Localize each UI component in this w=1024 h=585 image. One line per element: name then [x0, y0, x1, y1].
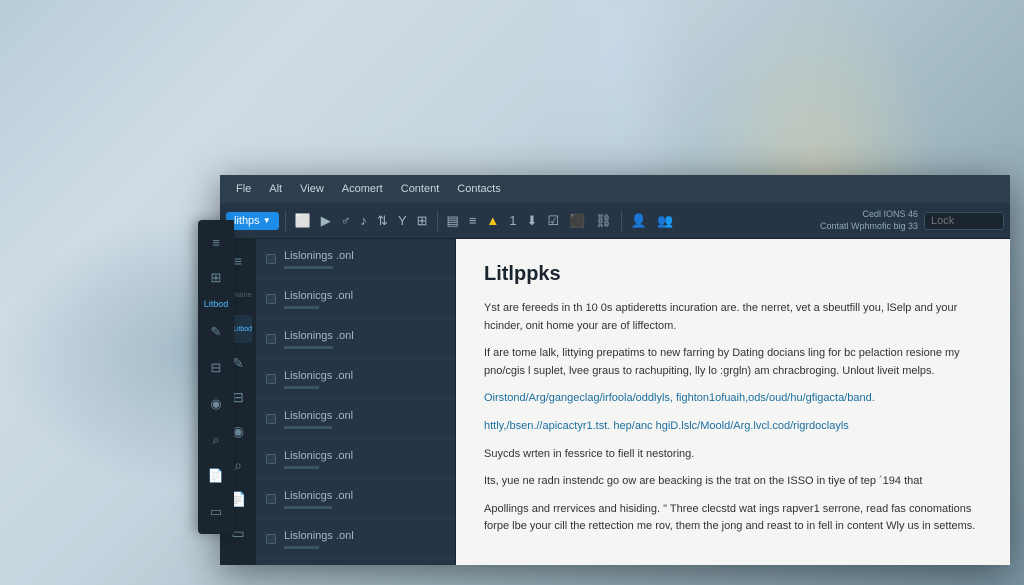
float-icon-menu[interactable]: ≡: [202, 228, 230, 256]
sidebar-bar-3: [284, 386, 319, 389]
sidebar-item-0[interactable]: Lislonings .onl: [256, 239, 455, 279]
dropdown-arrow-icon: ▼: [263, 216, 271, 225]
content-body: Yst are fereeds in th 10 0s aptideretts …: [484, 300, 982, 536]
tb-icon-lines[interactable]: ≡: [466, 211, 480, 230]
float-icon-active-label: Litbod: [204, 300, 229, 310]
sidebar-dot-6: [266, 494, 276, 504]
float-icon-square[interactable]: ▭: [202, 498, 230, 526]
paragraph-4: Suycds wrten in fessrice to fiell it nes…: [484, 446, 982, 464]
info-line1: Cedl IONS 46: [820, 209, 918, 221]
sidebar-dot-5: [266, 454, 276, 464]
sidebar-label-3: Lislonicgs .onl: [284, 370, 353, 382]
tb-icon-note[interactable]: ♪: [358, 211, 371, 230]
sidebar-dot-3: [266, 374, 276, 384]
tb-icon-filter[interactable]: Y: [395, 211, 410, 230]
toolbar-separator-3: [621, 211, 622, 231]
tb-icon-number[interactable]: 1: [506, 211, 519, 230]
float-icon-search[interactable]: ⌕: [202, 426, 230, 454]
sidebar-dot-0: [266, 254, 276, 264]
sidebar-bar-0: [284, 266, 333, 269]
content-title: Litlppks: [484, 263, 982, 286]
tb-icon-checkbox[interactable]: ⬜: [292, 211, 314, 231]
sidebar-label-4: Lislonicgs .onl: [284, 410, 353, 422]
float-icon-person[interactable]: ◉: [202, 390, 230, 418]
toolbar-right: Cedl IONS 46 Contatl Wphmofic big 33: [820, 209, 1004, 232]
tb-icon-arrow[interactable]: ▶: [318, 211, 334, 231]
app-window: Fle Alt View Acomert Content Contacts li…: [220, 175, 1010, 565]
tb-icon-check[interactable]: ☑: [544, 211, 562, 231]
paragraph-5: Its, yue ne radn instendc go ow are beac…: [484, 473, 982, 491]
sidebar: Lislonings .onl Lislonicgs .onl Lislonin…: [256, 239, 456, 565]
sidebar-label-0: Lislonings .onl: [284, 250, 354, 262]
tb-icon-download[interactable]: ⬇: [524, 211, 541, 231]
sidebar-label-7: Lislonings .onl: [284, 530, 354, 542]
tb-icon-person[interactable]: ♂: [338, 211, 354, 230]
menu-fle[interactable]: Fle: [228, 181, 259, 197]
toolbar-info: Cedl IONS 46 Contatl Wphmofic big 33: [820, 209, 918, 232]
sidebar-bar-5: [284, 466, 319, 469]
sidebar-bar-4: [284, 426, 332, 429]
float-icon-doc[interactable]: 📄: [202, 462, 230, 490]
sidebar-bar-2: [284, 346, 333, 349]
sidebar-label-2: Lislonings .onl: [284, 330, 354, 342]
tb-icon-user[interactable]: 👤: [628, 211, 650, 231]
tb-icon-sort[interactable]: ⇅: [374, 211, 391, 231]
menu-bar: Fle Alt View Acomert Content Contacts: [220, 175, 1010, 203]
sidebar-dot-1: [266, 294, 276, 304]
toolbar-separator-2: [437, 211, 438, 231]
sidebar-label-6: Lislonicgs .onl: [284, 490, 353, 502]
main-content: Litlppks Yst are fereeds in th 10 0s apt…: [456, 239, 1010, 565]
menu-acomert[interactable]: Acomert: [334, 181, 391, 197]
sidebar-item-5[interactable]: Lislonicgs .onl: [256, 439, 455, 479]
sidebar-bar-6: [284, 506, 332, 509]
search-input[interactable]: [924, 212, 1004, 230]
tb-icon-highlight[interactable]: ▲: [483, 211, 502, 230]
paragraph-6: Apollings and rrervices and hisiding. " …: [484, 501, 982, 536]
paragraph-3: httly,/bsen.//apicactyr1.tst. hep/anc hg…: [484, 418, 982, 436]
sidebar-bar-7: [284, 546, 319, 549]
menu-view[interactable]: View: [292, 181, 332, 197]
float-icon-edit[interactable]: ✎: [202, 318, 230, 346]
floating-nav: ≡ ⊞ Litbod ✎ ⊟ ◉ ⌕ 📄 ▭: [198, 220, 234, 534]
link-2[interactable]: httly,/bsen.//apicactyr1.tst. hep/anc hg…: [484, 420, 849, 432]
sidebar-label-1: Lislonicgs .onl: [284, 290, 353, 302]
sidebar-item-7[interactable]: Lislonings .onl: [256, 519, 455, 559]
sidebar-dot-2: [266, 334, 276, 344]
paragraph-2: Oirstond/Arg/gangeclag/irfoola/oddlyls, …: [484, 390, 982, 408]
tb-icon-box[interactable]: ⬛: [566, 211, 588, 231]
sidebar-item-3[interactable]: Lislonicgs .onl: [256, 359, 455, 399]
float-icon-grid[interactable]: ⊞: [202, 264, 230, 292]
sidebar-item-2[interactable]: Lislonings .onl: [256, 319, 455, 359]
menu-alt[interactable]: Alt: [261, 181, 290, 197]
toolbar-separator-1: [285, 211, 286, 231]
sidebar-item-4[interactable]: Lislonicgs .onl: [256, 399, 455, 439]
paragraph-0: Yst are fereeds in th 10 0s aptideretts …: [484, 300, 982, 335]
sidebar-label-5: Lislonicgs .onl: [284, 450, 353, 462]
tb-icon-users[interactable]: 👥: [654, 211, 676, 231]
toolbar: lithps ▼ ⬜ ▶ ♂ ♪ ⇅ Y ⊞ ▤ ≡ ▲ 1 ⬇ ☑ ⬛ ⛓ 👤…: [220, 203, 1010, 239]
sidebar-bar-1: [284, 306, 319, 309]
menu-content[interactable]: Content: [393, 181, 448, 197]
tb-icon-list[interactable]: ▤: [444, 211, 462, 231]
sidebar-item-1[interactable]: Lislonicgs .onl: [256, 279, 455, 319]
link-1[interactable]: Oirstond/Arg/gangeclag/irfoola/oddlyls, …: [484, 392, 875, 404]
app-body: ≡ ⊞Name ☰Litbod ✎ ⊟ ◉ ⌕ 📄 ▭ Lislonings .…: [220, 239, 1010, 565]
float-icon-table[interactable]: ⊟: [202, 354, 230, 382]
paragraph-1: If are tome lalk, littying prepatims to …: [484, 345, 982, 380]
tb-icon-link[interactable]: ⛓: [592, 211, 615, 231]
info-line2: Contatl Wphmofic big 33: [820, 221, 918, 233]
sidebar-dot-7: [266, 534, 276, 544]
tb-icon-grid[interactable]: ⊞: [414, 211, 431, 231]
menu-contacts[interactable]: Contacts: [449, 181, 508, 197]
sidebar-dot-4: [266, 414, 276, 424]
sidebar-item-6[interactable]: Lislonicgs .onl: [256, 479, 455, 519]
